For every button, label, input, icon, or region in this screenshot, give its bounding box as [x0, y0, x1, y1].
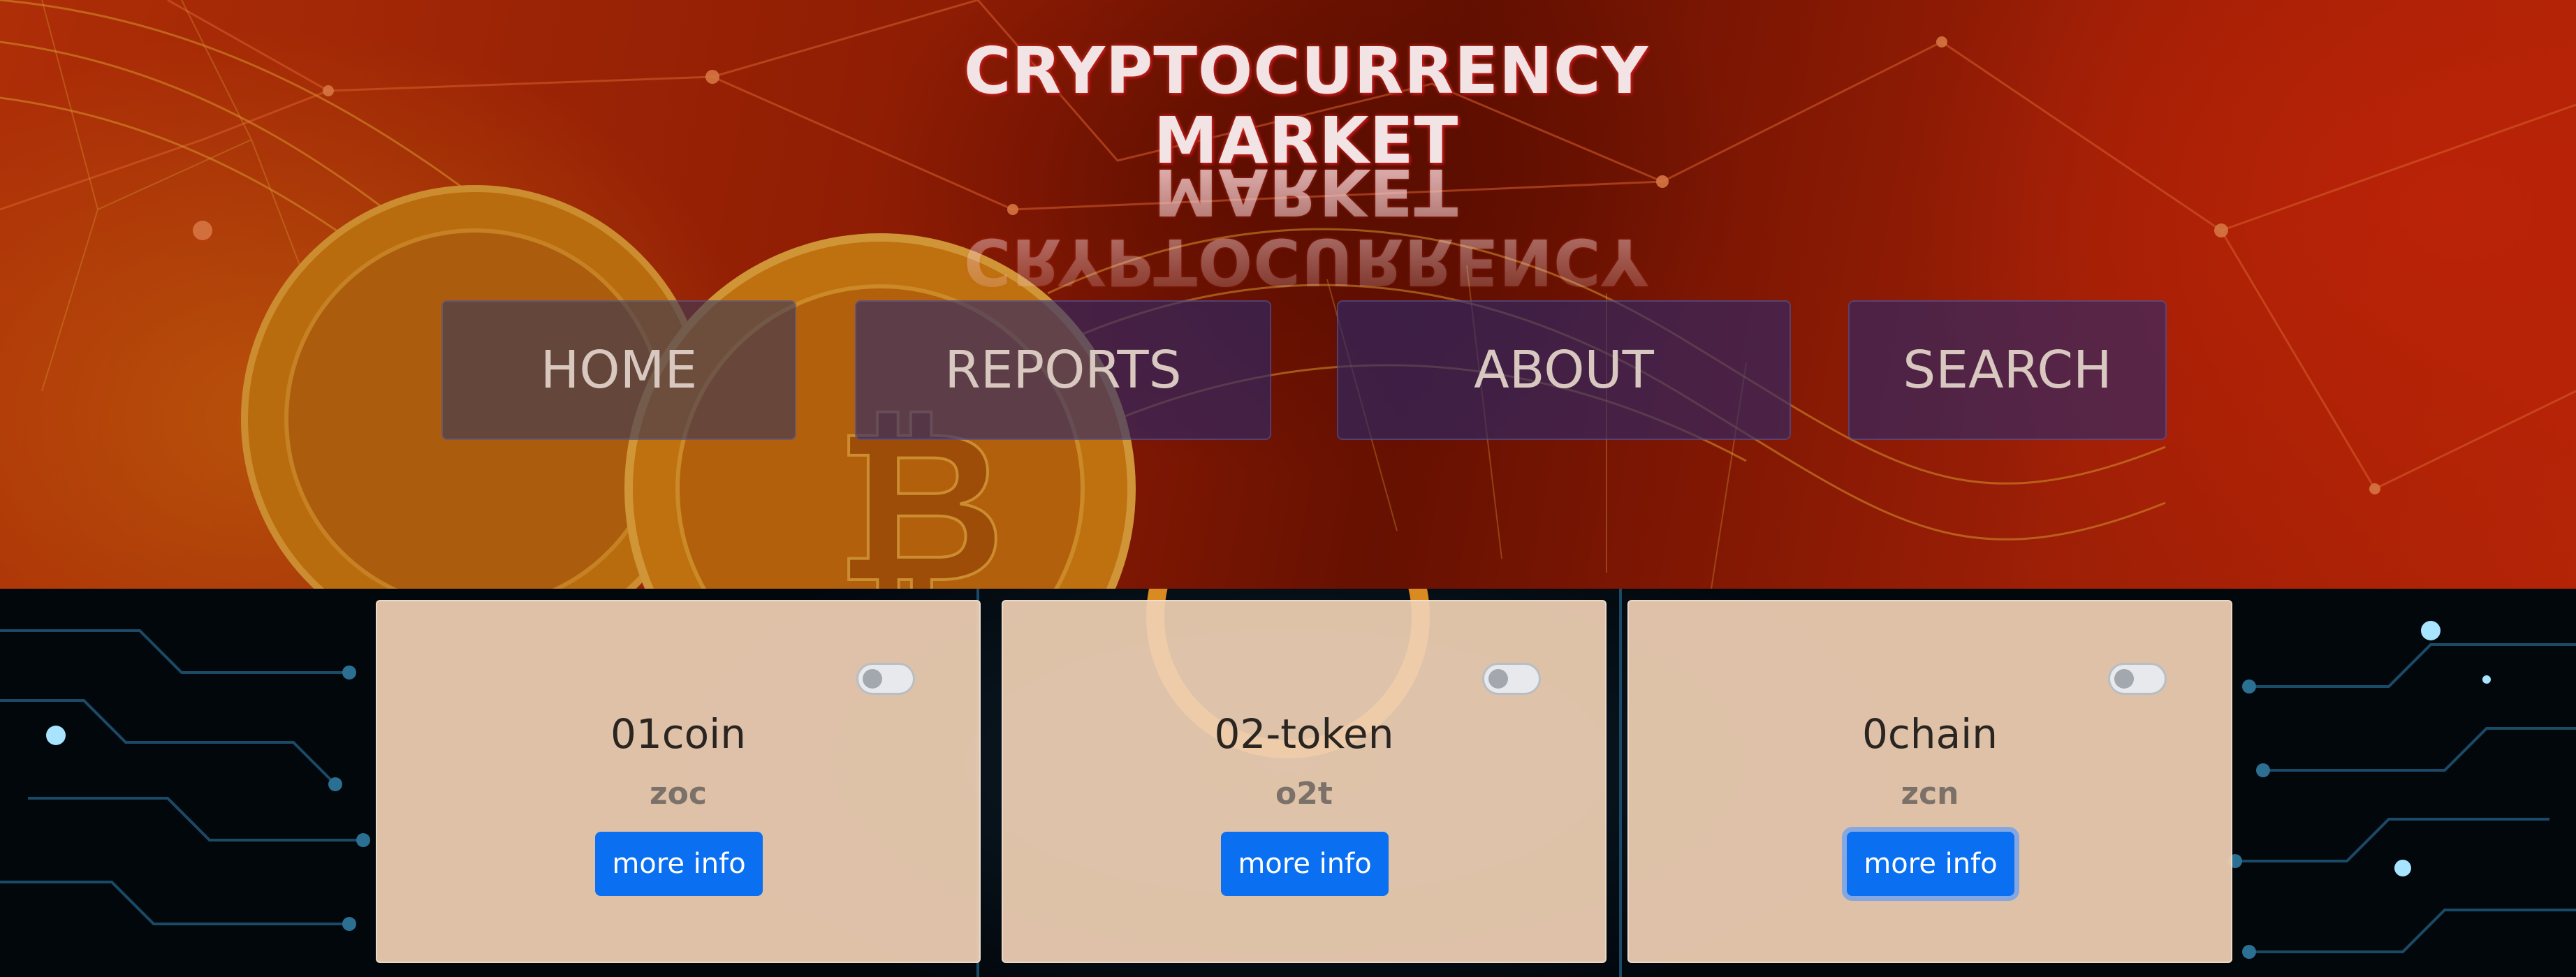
toggle-knob — [2114, 669, 2134, 689]
coin-name: 01coin — [610, 710, 747, 758]
coin-name: 0chain — [1862, 710, 1998, 758]
coins-section: 01coin zoc more info 02-token o2t more i… — [0, 589, 2576, 977]
coin-toggle-switch[interactable] — [856, 663, 915, 695]
site-title-reflection: CRYPTOCURRENCY MARKET — [963, 154, 1649, 299]
more-info-button[interactable]: more info — [1221, 832, 1389, 896]
coin-symbol: o2t — [1275, 776, 1333, 811]
coin-symbol: zcn — [1901, 776, 1959, 811]
coin-toggle-switch[interactable] — [2108, 663, 2167, 695]
nav-about-button[interactable]: ABOUT — [1337, 300, 1791, 440]
nav-reports-button[interactable]: REPORTS — [855, 300, 1271, 440]
coin-name: 02-token — [1214, 710, 1394, 758]
more-info-button[interactable]: more info — [1847, 832, 2014, 896]
coin-toggle-switch[interactable] — [1482, 663, 1541, 695]
nav-search-button[interactable]: SEARCH — [1848, 300, 2167, 440]
header-banner: ₿ CRYPTOCURRENCY MARKET CRYPTOCURRENCY M… — [0, 0, 2576, 589]
toggle-knob — [1488, 669, 1508, 689]
coin-card: 01coin zoc more info — [376, 600, 981, 963]
site-title: CRYPTOCURRENCY MARKET — [963, 34, 1649, 178]
site-title-wrap: CRYPTOCURRENCY MARKET CRYPTOCURRENCY MAR… — [866, 34, 1746, 300]
coin-card: 0chain zcn more info — [1627, 600, 2232, 963]
coin-symbol: zoc — [650, 776, 707, 811]
nav-home-button[interactable]: HOME — [441, 300, 796, 440]
toggle-knob — [863, 669, 882, 689]
more-info-button[interactable]: more info — [595, 832, 763, 896]
coin-card: 02-token o2t more info — [1002, 600, 1607, 963]
